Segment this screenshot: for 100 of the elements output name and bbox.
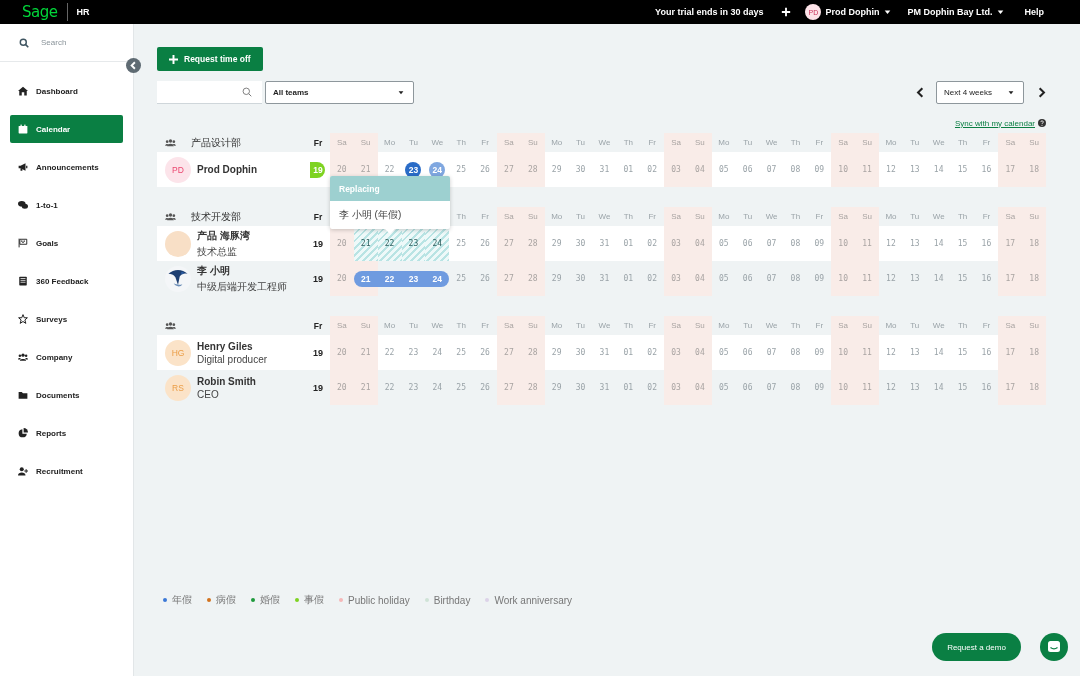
weekday-label: Mo [884, 211, 898, 223]
range-select[interactable]: Next 4 weeks [936, 81, 1024, 104]
nav-item[interactable]: Goals [10, 229, 123, 257]
team-select[interactable]: All teams [265, 81, 414, 104]
nav-item[interactable]: Dashboard [10, 77, 123, 105]
collapse-icon[interactable] [126, 58, 141, 73]
weekday-label: Th [455, 211, 467, 223]
day-number: 17 [998, 370, 1023, 405]
member-name: 产品 海豚湾 [197, 228, 250, 243]
day-number: 02 [646, 273, 658, 285]
day-number: 15 [956, 347, 969, 359]
day-number: 02 [646, 347, 658, 359]
logo[interactable]: Sage [22, 3, 69, 21]
day-number: 15 [956, 273, 969, 285]
member-name: Prod Dophin [197, 164, 257, 175]
weekday-label: We [597, 211, 612, 223]
search-icon [242, 87, 252, 97]
day-number: 28 [520, 370, 545, 405]
day-number: 29 [550, 347, 563, 359]
previous-icon[interactable] [916, 87, 924, 98]
request-demo-button[interactable]: Request a demo [932, 633, 1021, 661]
day-number: 01 [622, 238, 635, 250]
weekday-label: Fr [647, 320, 657, 332]
folder-icon [18, 390, 28, 400]
day-number: 31 [598, 273, 611, 285]
member-name: 李 小明 [197, 263, 231, 278]
day-number: 26 [479, 382, 491, 394]
weekday-label: Th [789, 320, 802, 332]
day-number: 23 [407, 382, 420, 394]
nav-item[interactable]: Recruitment [10, 457, 123, 485]
search-field[interactable]: Search [39, 37, 109, 48]
day-number: 26 [479, 164, 491, 176]
weekday-label: Tu [742, 137, 754, 149]
star-icon [18, 314, 28, 324]
request-time-off-button[interactable]: Request time off [157, 47, 263, 71]
day-number: 04 [688, 370, 712, 405]
day-number: 08 [789, 273, 802, 285]
day-number: 17 [998, 335, 1023, 370]
weekday-label: Su [855, 316, 879, 335]
weekday-label: Th [622, 137, 634, 149]
day-number: 03 [664, 370, 688, 405]
megaphone-icon [18, 162, 28, 172]
weekday-label: Fr [312, 319, 324, 333]
day-number: 01 [622, 164, 635, 176]
team-name: 技术开发部 [191, 209, 241, 224]
day-number: 01 [622, 273, 635, 285]
day-number: 10 [831, 370, 856, 405]
nav-item[interactable]: Company [10, 343, 123, 371]
sync-calendar-link[interactable]: Sync with my calendar [954, 118, 1035, 128]
day-number: 31 [598, 347, 611, 359]
day-number: 03 [664, 261, 688, 296]
day-number: 03 [664, 226, 688, 261]
day-number: 13 [909, 238, 921, 250]
day-number: 28 [520, 261, 545, 296]
weekday-label: We [931, 211, 946, 223]
weekday-label: Sa [998, 133, 1023, 152]
legend-label: Birthday [433, 594, 471, 606]
nav-item[interactable]: Documents [10, 381, 123, 409]
help-icon[interactable] [1038, 119, 1046, 127]
day-number: 06 [741, 238, 754, 250]
plus-icon[interactable] [781, 7, 792, 17]
home-icon [18, 86, 28, 96]
day-number: 14 [932, 273, 945, 285]
day-number: 10 [831, 226, 856, 261]
search-field[interactable] [157, 81, 262, 104]
nav-item[interactable]: Calendar [10, 115, 123, 143]
day-number: 27 [497, 261, 521, 296]
nav-item[interactable]: 360 Feedback [10, 267, 123, 295]
day-number: 24 [431, 382, 444, 394]
day-number: 19 [311, 237, 324, 251]
weekday-label: Fr [814, 320, 825, 332]
day-number: 03 [664, 335, 688, 370]
nav-item[interactable]: Surveys [10, 305, 123, 333]
day-number: 05 [718, 382, 730, 394]
weekday-label: Sa [998, 316, 1023, 335]
weekday-label: Sa [831, 207, 856, 226]
weekday-label: Sa [664, 316, 688, 335]
day-number: 12 [885, 273, 897, 285]
weekday-label: Sa [831, 133, 856, 152]
nav-item[interactable]: Reports [10, 419, 123, 447]
chat-icon[interactable] [1040, 633, 1068, 661]
day-number: 17 [998, 152, 1023, 187]
day-number: 05 [718, 238, 730, 250]
day-number: 05 [718, 273, 730, 285]
weekday-label: Mo [550, 211, 564, 223]
day-number: 25 [455, 164, 467, 176]
day-number: 14 [932, 382, 945, 394]
help-link[interactable]: Help [1024, 7, 1044, 17]
day-number: 17 [998, 261, 1023, 296]
legend-label: Public holiday [348, 594, 410, 606]
nav-item[interactable]: 1-to-1 [10, 191, 123, 219]
popover-title: Replacing [330, 176, 450, 201]
day-number: 04 [688, 226, 712, 261]
weekday-label: Sa [497, 316, 521, 335]
next-icon[interactable] [1038, 87, 1046, 98]
day-number: 03 [664, 152, 688, 187]
weekday-label: Sa [998, 207, 1023, 226]
member-role: 中级后端开发工程师 [197, 279, 287, 294]
chat-bubbles-icon [18, 200, 28, 210]
nav-item[interactable]: Announcements [10, 153, 123, 181]
